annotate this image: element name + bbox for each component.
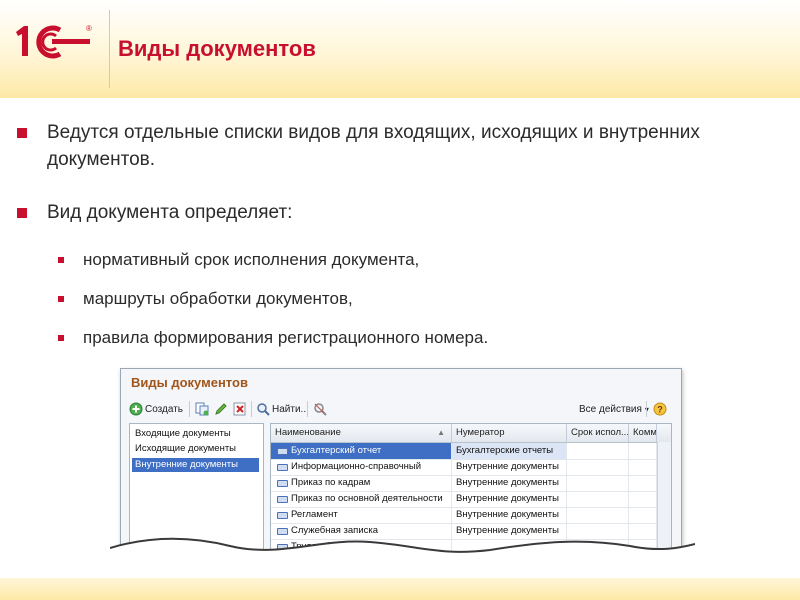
slide-header: ® Виды документов bbox=[0, 0, 800, 98]
delete-icon bbox=[233, 402, 247, 416]
create-label: Создать bbox=[145, 403, 184, 415]
cancel-search-button[interactable] bbox=[313, 399, 327, 419]
edit-button[interactable] bbox=[214, 399, 228, 419]
window-title: Виды документов bbox=[131, 375, 248, 390]
document-type-icon bbox=[277, 448, 288, 455]
delete-button[interactable] bbox=[233, 399, 247, 419]
sub-bullet-item: маршруты обработки документов, bbox=[58, 288, 723, 310]
sub-bullet-item: нормативный срок исполнения документа, bbox=[58, 249, 723, 271]
sub-bullet-marker bbox=[58, 257, 64, 263]
column-header-numerator[interactable]: Нумератор bbox=[452, 424, 567, 442]
bullet-text: Вид документа определяет: bbox=[47, 202, 293, 223]
torn-edge-decoration bbox=[110, 537, 695, 566]
toolbar-separator bbox=[251, 401, 252, 417]
sub-bullet-text: нормативный срок исполнения документа, bbox=[83, 250, 420, 269]
cancel-search-icon bbox=[313, 402, 327, 416]
sub-bullet-marker bbox=[58, 335, 64, 341]
table-header: Наименование ▲ Нумератор Срок испол... К… bbox=[271, 424, 671, 443]
document-type-icon bbox=[277, 512, 288, 519]
copy-button[interactable] bbox=[195, 399, 209, 419]
copy-icon bbox=[195, 402, 209, 416]
toolbar-separator bbox=[307, 401, 308, 417]
all-actions-menu[interactable]: Все действия ▾ bbox=[579, 399, 649, 419]
find-button[interactable]: Найти... bbox=[256, 399, 309, 419]
1c-logo: ® bbox=[16, 24, 92, 59]
add-icon bbox=[129, 402, 143, 416]
bullet-marker bbox=[17, 208, 27, 218]
pencil-icon bbox=[214, 402, 228, 416]
bullet-marker bbox=[17, 128, 27, 138]
sub-bullet-text: правила формирования регистрационного но… bbox=[83, 328, 489, 347]
bullet-item: Вид документа определяет: bbox=[17, 199, 737, 226]
bullet-text: Ведутся отдельные списки видов для входя… bbox=[47, 122, 700, 170]
column-header-name[interactable]: Наименование ▲ bbox=[271, 424, 452, 442]
create-button[interactable]: Создать bbox=[129, 399, 183, 419]
column-header-deadline[interactable]: Срок испол... bbox=[567, 424, 629, 442]
table-row[interactable]: Бухгалтерский отчет Бухгалтерские отчеты bbox=[271, 443, 657, 460]
document-type-icon bbox=[277, 480, 288, 487]
document-type-icon bbox=[277, 464, 288, 471]
slide-title: Виды документов bbox=[118, 36, 316, 61]
list-item-selected[interactable]: Внутренние документы bbox=[132, 458, 259, 472]
toolbar-separator bbox=[646, 401, 647, 417]
table-row[interactable]: Приказ по основной деятельности Внутренн… bbox=[271, 491, 657, 508]
help-button[interactable]: ? bbox=[653, 399, 667, 419]
table-row[interactable]: Приказ по кадрам Внутренние документы bbox=[271, 475, 657, 492]
sub-bullet-item: правила формирования регистрационного но… bbox=[58, 327, 723, 349]
svg-text:?: ? bbox=[657, 405, 663, 415]
find-label: Найти... bbox=[272, 403, 309, 415]
search-icon bbox=[256, 402, 270, 416]
all-actions-label: Все действия bbox=[579, 403, 642, 415]
document-types-window: Виды документов Создать Найти... Все дей… bbox=[120, 368, 682, 556]
header-divider bbox=[109, 10, 110, 88]
registered-mark: ® bbox=[86, 24, 92, 33]
table-row[interactable]: Регламент Внутренние документы bbox=[271, 507, 657, 524]
list-item[interactable]: Входящие документы bbox=[132, 427, 259, 441]
footer-band bbox=[0, 578, 800, 600]
column-header-comment[interactable]: Комм bbox=[629, 424, 657, 442]
sub-bullet-text: маршруты обработки документов, bbox=[83, 289, 353, 308]
sub-bullet-marker bbox=[58, 296, 64, 302]
table-row[interactable]: Информационно-справочный Внутренние доку… bbox=[271, 459, 657, 476]
help-icon: ? bbox=[653, 402, 667, 416]
bullet-item: Ведутся отдельные списки видов для входя… bbox=[17, 119, 737, 173]
list-item[interactable]: Исходящие документы bbox=[132, 442, 259, 456]
toolbar: Создать Найти... Все действия ? bbox=[129, 399, 674, 419]
sort-asc-icon: ▲ bbox=[437, 428, 445, 437]
document-type-icon bbox=[277, 496, 288, 503]
toolbar-separator bbox=[189, 401, 190, 417]
